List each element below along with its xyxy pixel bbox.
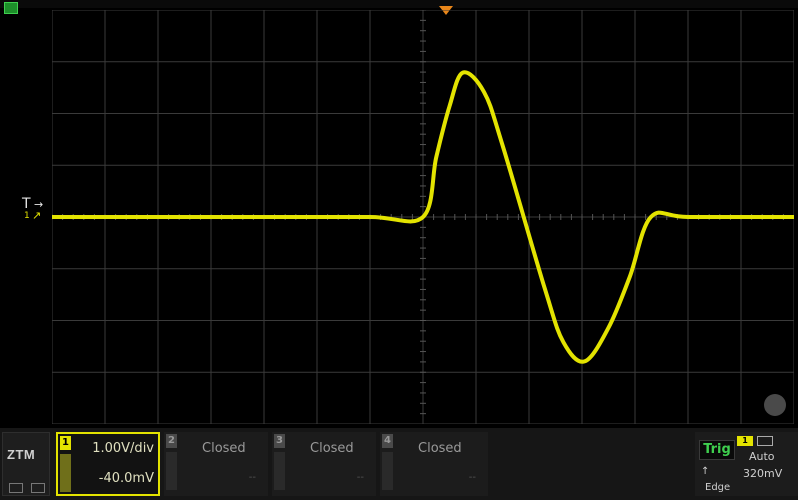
ch1-ground-label: 1 bbox=[24, 211, 30, 221]
ch4-coupling-icon bbox=[382, 452, 393, 490]
ch4-panel[interactable]: 4 Closed -- bbox=[380, 432, 488, 496]
ch2-coupling-icon bbox=[166, 452, 177, 490]
waveform-display[interactable] bbox=[52, 10, 794, 424]
trigger-mode: Auto bbox=[749, 450, 775, 463]
menu-corner-icon[interactable] bbox=[4, 2, 18, 14]
ch3-number-badge: 3 bbox=[274, 434, 285, 448]
trigger-mode-icon bbox=[757, 436, 773, 446]
trigger-slope-icon: ↑ bbox=[701, 466, 710, 477]
brand-logo: ZTM bbox=[7, 447, 36, 462]
trigger-level-label: T bbox=[22, 196, 31, 212]
graticule-center-ticks bbox=[52, 10, 784, 415]
ch3-coupling-icon bbox=[274, 452, 285, 490]
ch1-number-badge: 1 bbox=[60, 436, 71, 450]
ch3-panel[interactable]: 3 Closed -- bbox=[272, 432, 376, 496]
top-bar bbox=[0, 0, 798, 15]
trigger-status-label: Trig bbox=[699, 440, 735, 460]
ch2-placeholder: -- bbox=[248, 472, 256, 483]
trigger-level: 320mV bbox=[743, 467, 783, 480]
trigger-panel[interactable]: Trig 1 Auto ↑ 320mV Edge bbox=[695, 432, 798, 496]
ch1-coupling-icon bbox=[60, 454, 71, 492]
bottom-status-bar: ZTM 1 1.00V/div -40.0mV 2 Closed -- 3 Cl… bbox=[0, 428, 798, 500]
ch2-status: Closed bbox=[202, 441, 246, 456]
ch1-panel[interactable]: 1 1.00V/div -40.0mV bbox=[56, 432, 160, 496]
ch2-number-badge: 2 bbox=[166, 434, 177, 448]
ch3-placeholder: -- bbox=[356, 472, 364, 483]
tools-icon[interactable] bbox=[31, 483, 45, 493]
trigger-source-badge: 1 bbox=[737, 436, 753, 446]
logo-panel[interactable]: ZTM bbox=[2, 432, 50, 496]
menu-icon[interactable] bbox=[9, 483, 23, 493]
trigger-type: Edge bbox=[705, 482, 731, 493]
ch4-status: Closed bbox=[418, 441, 462, 456]
ch4-placeholder: -- bbox=[468, 472, 476, 483]
ch3-status: Closed bbox=[310, 441, 354, 456]
side-scroll-handle[interactable] bbox=[764, 394, 786, 416]
ch4-number-badge: 4 bbox=[382, 434, 393, 448]
ch1-vertical-scale: 1.00V/div bbox=[92, 441, 154, 456]
ch1-vertical-offset: -40.0mV bbox=[98, 471, 154, 486]
ch1-ground-arrow-icon[interactable]: ↗ bbox=[32, 209, 41, 222]
ch2-panel[interactable]: 2 Closed -- bbox=[164, 432, 268, 496]
